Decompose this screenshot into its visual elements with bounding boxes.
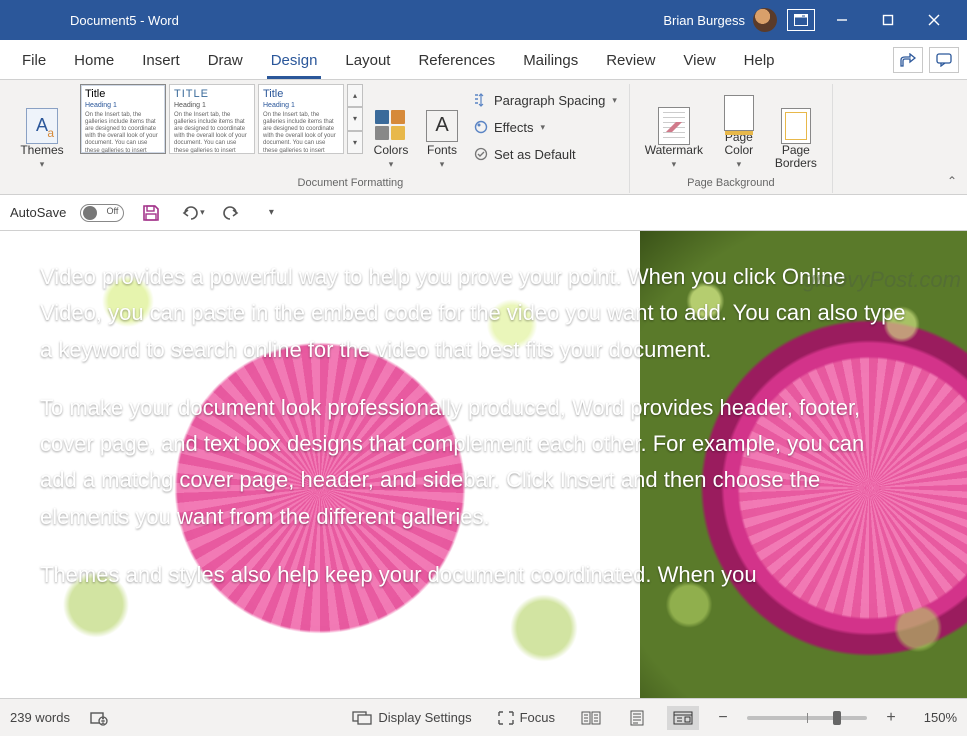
fonts-button[interactable]: A Fonts ▾	[419, 84, 465, 172]
collapse-ribbon-button[interactable]: ⌃	[947, 174, 957, 188]
zoom-out-button[interactable]: −	[713, 709, 733, 727]
tab-home[interactable]: Home	[60, 44, 128, 79]
paragraph: To make your document look professionall…	[40, 390, 907, 535]
effects-button[interactable]: Effects ▾	[469, 115, 621, 139]
web-layout-button[interactable]	[667, 706, 699, 730]
check-circle-icon	[473, 146, 489, 162]
user-account[interactable]: Brian Burgess	[663, 8, 777, 32]
gallery-more-button[interactable]: ▾	[347, 131, 363, 154]
style-gallery[interactable]: Title Heading 1 On the Insert tab, the g…	[80, 84, 363, 154]
gallery-scroll: ▴ ▾ ▾	[347, 84, 363, 154]
save-button[interactable]	[138, 200, 164, 226]
colors-button[interactable]: Colors ▾	[367, 84, 415, 172]
ribbon-display-options[interactable]	[787, 9, 815, 31]
page-color-icon	[724, 95, 754, 131]
comments-button[interactable]	[929, 47, 959, 73]
chevron-down-icon: ▾	[672, 159, 677, 170]
paragraph: Themes and styles also help keep your do…	[40, 557, 907, 593]
effects-icon	[473, 119, 489, 135]
user-avatar	[753, 8, 777, 32]
zoom-level[interactable]: 150%	[915, 710, 957, 725]
maximize-button[interactable]	[865, 0, 911, 40]
tab-help[interactable]: Help	[730, 44, 789, 79]
zoom-slider[interactable]	[747, 716, 867, 720]
zoom-slider-thumb[interactable]	[833, 711, 841, 725]
page-color-button[interactable]: Page Color ▾	[714, 84, 764, 172]
display-settings-button[interactable]: Display Settings	[346, 706, 477, 729]
tab-file[interactable]: File	[8, 44, 60, 79]
accessibility-checker-button[interactable]	[84, 706, 114, 730]
read-mode-button[interactable]	[575, 706, 607, 730]
user-name: Brian Burgess	[663, 13, 745, 28]
qat-customize-button[interactable]: ▾	[258, 200, 284, 226]
style-card[interactable]: Title Heading 1 On the Insert tab, the g…	[258, 84, 344, 154]
word-count[interactable]: 239 words	[10, 710, 70, 725]
quick-access-toolbar: AutoSave Off ▾ ▾	[0, 195, 967, 231]
tab-view[interactable]: View	[669, 44, 729, 79]
themes-icon: Aa	[26, 108, 58, 144]
tab-references[interactable]: References	[404, 44, 509, 79]
zoom-in-button[interactable]: +	[881, 709, 901, 727]
document-area[interactable]: Video provides a powerful way to help yo…	[0, 231, 967, 698]
autosave-label: AutoSave	[10, 205, 66, 220]
share-button[interactable]	[893, 47, 923, 73]
print-layout-button[interactable]	[621, 706, 653, 730]
style-card[interactable]: TITLE Heading 1 On the Insert tab, the g…	[169, 84, 255, 154]
chevron-down-icon: ▾	[40, 159, 45, 170]
style-card[interactable]: Title Heading 1 On the Insert tab, the g…	[80, 84, 166, 154]
chevron-down-icon: ▾	[612, 95, 617, 106]
close-button[interactable]	[911, 0, 957, 40]
tab-draw[interactable]: Draw	[194, 44, 257, 79]
status-bar: 239 words Display Settings Focus − + 150…	[0, 698, 967, 736]
autosave-toggle[interactable]: Off	[80, 204, 124, 222]
menu-bar: File Home Insert Draw Design Layout Refe…	[0, 40, 967, 80]
window-title: Document5 - Word	[70, 13, 179, 28]
ribbon: Aa Themes ▾ Title Heading 1 On the Inser…	[0, 80, 967, 195]
themes-button[interactable]: Aa Themes ▾	[14, 84, 70, 172]
watermark-button[interactable]: Watermark ▾	[638, 84, 710, 172]
tab-insert[interactable]: Insert	[128, 44, 194, 79]
gallery-up-button[interactable]: ▴	[347, 84, 363, 107]
read-mode-icon	[581, 710, 601, 726]
redo-button[interactable]	[218, 200, 244, 226]
paragraph: Video provides a powerful way to help yo…	[40, 259, 907, 368]
paragraph-spacing-icon	[473, 92, 489, 108]
gallery-down-button[interactable]: ▾	[347, 107, 363, 130]
paragraph-spacing-button[interactable]: Paragraph Spacing ▾	[469, 88, 621, 112]
minimize-button[interactable]	[819, 0, 865, 40]
colors-icon	[375, 110, 407, 142]
set-as-default-button[interactable]: Set as Default	[469, 142, 621, 166]
page-borders-button[interactable]: Page Borders	[768, 84, 824, 172]
undo-button[interactable]: ▾	[178, 200, 204, 226]
document-body[interactable]: Video provides a powerful way to help yo…	[40, 259, 907, 615]
chevron-down-icon: ▾	[737, 159, 742, 170]
fonts-icon: A	[426, 110, 458, 142]
title-bar: Document5 - Word Brian Burgess	[0, 0, 967, 40]
page-borders-icon	[781, 108, 811, 144]
chevron-down-icon: ▾	[440, 159, 445, 170]
group-label-document-formatting: Document Formatting	[80, 177, 621, 193]
chevron-down-icon: ▾	[541, 122, 546, 133]
watermark-icon	[658, 107, 690, 145]
tab-design[interactable]: Design	[257, 44, 332, 79]
print-layout-icon	[627, 710, 647, 726]
focus-mode-button[interactable]: Focus	[492, 706, 561, 729]
web-layout-icon	[673, 710, 693, 726]
group-label-page-background: Page Background	[638, 177, 824, 193]
tab-review[interactable]: Review	[592, 44, 669, 79]
tab-mailings[interactable]: Mailings	[509, 44, 592, 79]
tab-layout[interactable]: Layout	[331, 44, 404, 79]
chevron-down-icon: ▾	[389, 159, 394, 170]
